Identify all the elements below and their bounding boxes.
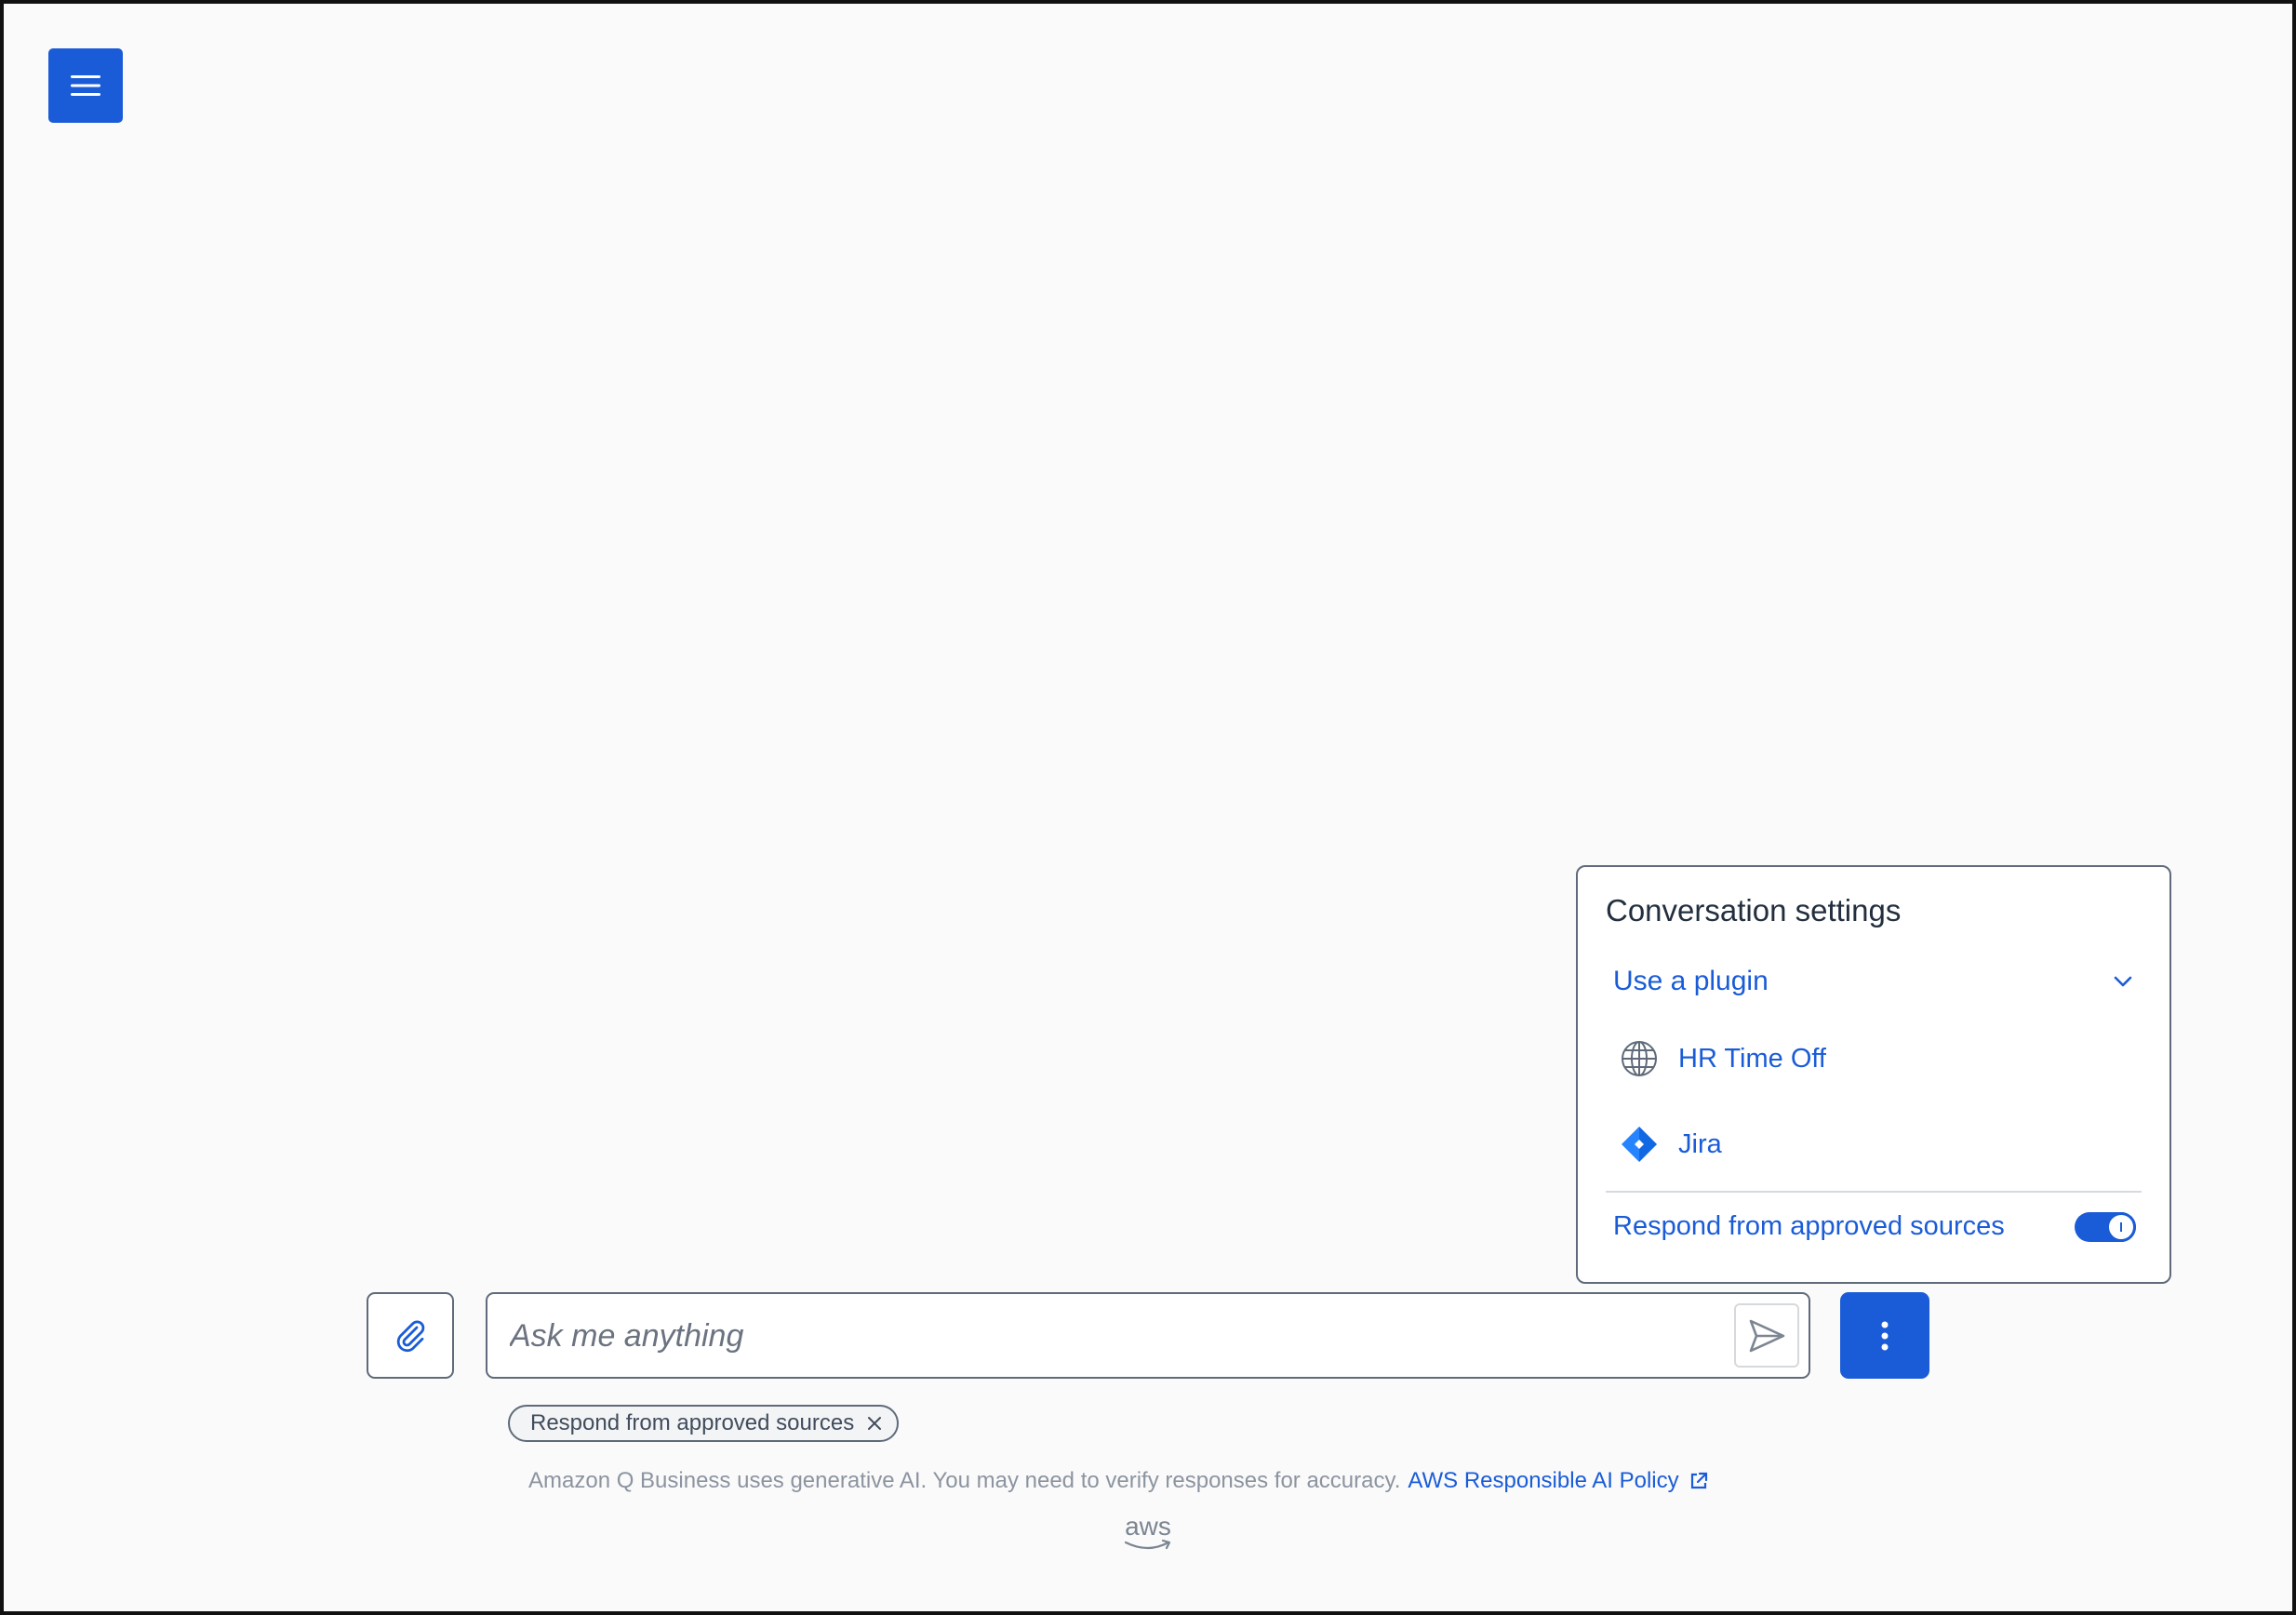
globe-icon	[1622, 1041, 1657, 1076]
jira-icon	[1622, 1127, 1657, 1162]
conversation-settings-button[interactable]	[1840, 1292, 1929, 1379]
plugin-item-label: Jira	[1678, 1128, 1722, 1159]
attach-file-button[interactable]	[367, 1292, 454, 1379]
approved-sources-toggle[interactable]	[2075, 1211, 2136, 1242]
use-plugin-expander[interactable]: Use a plugin	[1613, 966, 2136, 997]
prompt-input-container	[486, 1292, 1810, 1379]
approved-sources-label: Respond from approved sources	[1613, 1211, 2005, 1241]
close-icon[interactable]	[865, 1414, 884, 1433]
external-link-icon	[1690, 1472, 1707, 1489]
prompt-input[interactable]	[508, 1294, 1721, 1379]
plugin-item-jira[interactable]: Jira	[1619, 1124, 1722, 1165]
send-icon	[1749, 1319, 1785, 1352]
disclaimer-text: Amazon Q Business uses generative AI. Yo…	[528, 1468, 1401, 1493]
vertical-ellipsis-icon	[1881, 1321, 1889, 1350]
plugin-header-label: Use a plugin	[1613, 966, 1769, 996]
send-button[interactable]	[1734, 1303, 1799, 1368]
conversation-settings-panel: Conversation settings Use a plugin HR Ti…	[1576, 865, 2171, 1284]
menu-button[interactable]	[48, 48, 123, 123]
policy-link-label: AWS Responsible AI Policy	[1408, 1468, 1679, 1493]
hamburger-menu-icon	[71, 75, 100, 96]
panel-divider	[1606, 1191, 2142, 1193]
aws-smile-icon	[1124, 1539, 1171, 1550]
toggle-knob	[2106, 1211, 2136, 1242]
token-label: Respond from approved sources	[530, 1410, 855, 1435]
responsible-ai-policy-link[interactable]: AWS Responsible AI Policy	[1408, 1468, 1708, 1494]
plugin-item-label: HR Time Off	[1678, 1043, 1826, 1074]
approved-sources-token: Respond from approved sources	[508, 1405, 900, 1442]
chevron-down-icon	[2114, 976, 2132, 987]
panel-title: Conversation settings	[1606, 893, 1902, 928]
plugin-item-hr-time-off[interactable]: HR Time Off	[1619, 1038, 1826, 1079]
paperclip-icon	[396, 1320, 425, 1352]
footer-disclaimer: Amazon Q Business uses generative AI. Yo…	[528, 1468, 1709, 1494]
aws-logo: aws	[1122, 1512, 1174, 1554]
approved-sources-row: Respond from approved sources	[1613, 1211, 2136, 1242]
aws-logo-text: aws	[1125, 1512, 1171, 1541]
